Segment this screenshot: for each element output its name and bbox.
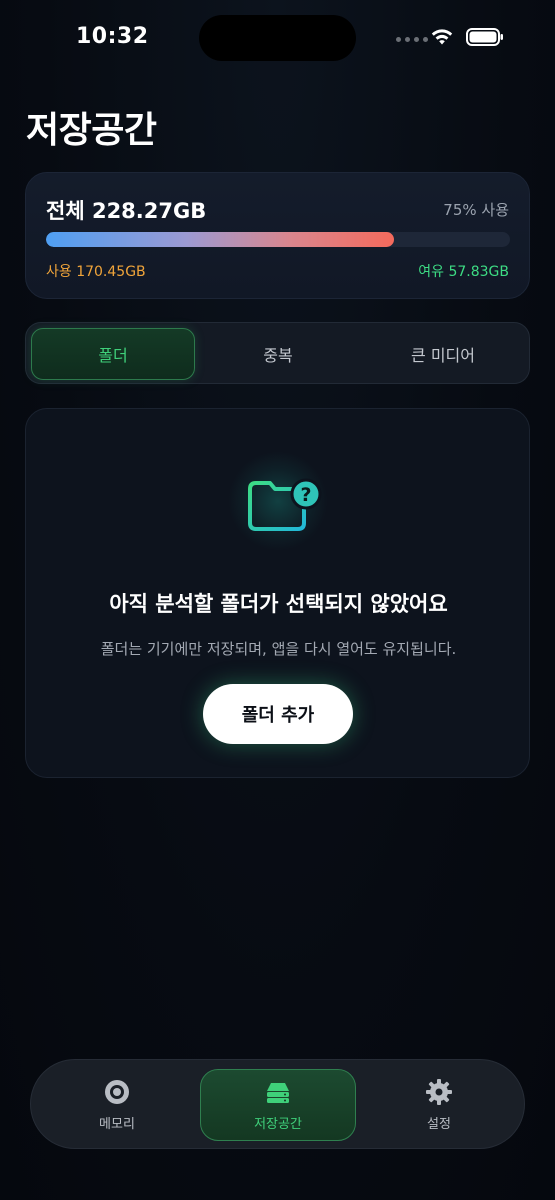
storage-summary-card: 전체 228.27GB 75% 사용 사용 170.45GB 여유 57.83G… [25, 172, 530, 299]
storage-drive-icon [267, 1083, 289, 1103]
folder-question-icon: ? [248, 478, 322, 531]
bottom-tab-bar: 메모리 저장공간 설정 [30, 1059, 525, 1149]
segmented-control: 폴더 중복 큰 미디어 [25, 322, 530, 384]
battery-icon [466, 28, 503, 46]
wifi-icon [431, 29, 453, 45]
empty-state-description: 폴더는 기기에만 저장되며, 앱을 다시 열어도 유지됩니다. [100, 640, 457, 658]
storage-usage-bar [46, 232, 510, 247]
screen: 10:32 저장공간 전체 228.27GB 75% 사용 사용 170.45G… [0, 0, 555, 1200]
storage-usage-bar-fill [46, 232, 394, 247]
svg-text:?: ? [300, 484, 311, 506]
tab-bar-label: 메모리 [99, 1117, 135, 1132]
add-folder-button[interactable]: 폴더 추가 [203, 684, 353, 744]
tab-bar-label: 저장공간 [254, 1117, 302, 1132]
tab-bar-item-storage[interactable]: 저장공간 [200, 1069, 356, 1141]
tab-bar-item-settings[interactable]: 설정 [361, 1069, 517, 1141]
empty-state-title: 아직 분석할 폴더가 선택되지 않았어요 [109, 592, 448, 616]
storage-used-label: 사용 170.45GB [46, 264, 146, 280]
storage-percent-label: 75% 사용 [443, 201, 509, 219]
empty-state-card: ? 아직 분석할 폴더가 선택되지 않았어요 폴더는 기기에만 저장되며, 앱을… [25, 408, 530, 778]
gear-icon [426, 1079, 452, 1105]
memory-disc-icon [105, 1080, 129, 1104]
cellular-signal-icon [396, 37, 428, 42]
tab-bar-item-memory[interactable]: 메모리 [39, 1069, 195, 1141]
tab-folders[interactable]: 폴더 [31, 328, 195, 380]
page-title: 저장공간 [26, 110, 157, 151]
status-bar: 10:32 [0, 0, 555, 80]
tab-duplicates[interactable]: 중복 [196, 328, 360, 380]
tab-bar-label: 설정 [427, 1117, 451, 1132]
storage-total-label: 전체 228.27GB [46, 199, 207, 223]
tab-large-media[interactable]: 큰 미디어 [361, 328, 525, 380]
storage-free-label: 여유 57.83GB [418, 264, 509, 280]
dynamic-island [199, 15, 356, 61]
status-time: 10:32 [76, 24, 149, 49]
